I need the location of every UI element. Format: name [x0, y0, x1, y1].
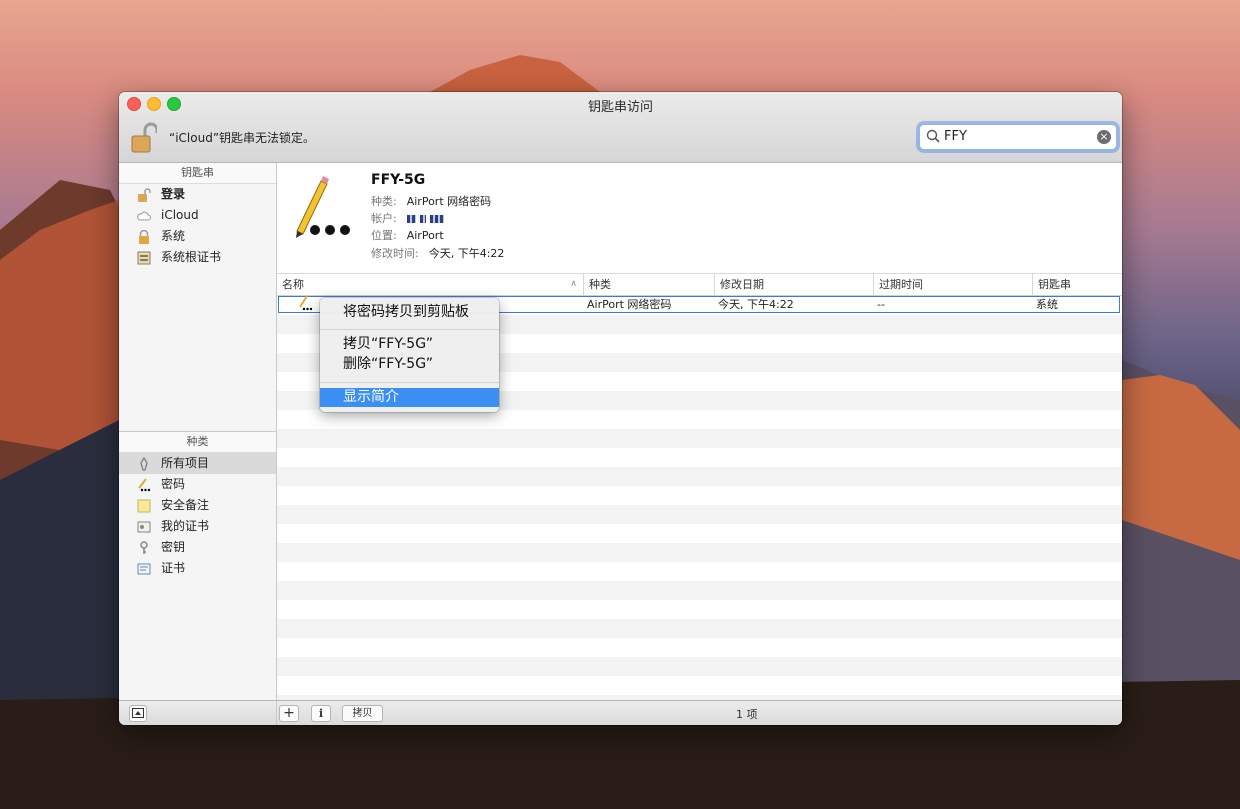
sidebar-item-secure-notes[interactable]: 安全备注	[119, 495, 276, 516]
detail-value: AirPort 网络密码	[406, 195, 492, 208]
clear-search-icon[interactable]: ×	[1097, 130, 1111, 144]
all-items-icon	[140, 457, 148, 471]
menu-item-copy-item[interactable]: 拷贝“FFY-5G”	[320, 335, 499, 354]
detail-value: 今天, 下午4:22	[428, 247, 505, 260]
search-icon	[926, 129, 940, 143]
sidebar-item-system-roots[interactable]: 系统根证书	[119, 247, 276, 268]
sidebar-item-my-certificates[interactable]: 我的证书	[119, 516, 276, 537]
sidebar-item-system[interactable]: 系统	[119, 226, 276, 247]
toggle-sidebar-button[interactable]	[129, 705, 147, 722]
category-section: 种类 所有项目 密码 安全备注 我的证书 密钥 证书	[119, 431, 276, 579]
info-icon: i	[318, 707, 324, 720]
sidebar-toggle-icon	[132, 708, 144, 718]
redacted-account	[429, 215, 444, 223]
item-count: 1 项	[736, 708, 758, 721]
secure-note-icon	[137, 499, 151, 513]
column-header-modified[interactable]: 修改日期	[715, 274, 874, 295]
cell-expires: --	[877, 298, 885, 311]
keychains-header: 钥匙串	[119, 163, 276, 184]
password-icon	[299, 295, 313, 311]
detail-account: 帐户:	[371, 210, 448, 226]
title-bar: 钥匙串访问 “iCloud”钥匙串无法锁定。 ×	[119, 92, 1122, 163]
sidebar-item-label: 系统	[161, 229, 186, 243]
sidebar-item-label: 登录	[161, 187, 186, 201]
sidebar-item-label: 证书	[161, 561, 186, 575]
key-icon	[140, 541, 148, 554]
bottom-divider	[276, 701, 277, 725]
menu-separator	[320, 382, 499, 383]
sidebar-item-icloud[interactable]: iCloud	[119, 205, 276, 226]
detail-kind: 种类: AirPort 网络密码	[371, 193, 491, 209]
sidebar-item-label: iCloud	[161, 208, 199, 222]
keychain-window: 钥匙串访问 “iCloud”钥匙串无法锁定。 × 钥匙串 登录 iCloud 系…	[119, 92, 1122, 725]
sidebar: 钥匙串 登录 iCloud 系统 系统根证书 种类 所有项目 密码 安全备注 我…	[119, 163, 277, 700]
table-header: 名称 ∧ 种类 修改日期 过期时间 钥匙串	[277, 274, 1122, 296]
detail-value: AirPort	[406, 229, 444, 242]
redacted-account	[406, 215, 416, 223]
search-input[interactable]	[944, 127, 1094, 145]
menu-item-copy-password[interactable]: 将密码拷贝到剪贴板	[320, 303, 499, 322]
column-header-expires[interactable]: 过期时间	[874, 274, 1033, 295]
context-menu: 将密码拷贝到剪贴板 拷贝“FFY-5G” 删除“FFY-5G” 显示简介	[320, 298, 499, 412]
bottom-bar: + i 拷贝 1 项	[119, 700, 1122, 725]
info-button[interactable]: i	[311, 705, 331, 722]
lock-icon	[139, 230, 149, 244]
sidebar-item-keys[interactable]: 密钥	[119, 537, 276, 558]
detail-modified: 修改时间: 今天, 下午4:22	[371, 245, 504, 261]
sidebar-item-label: 密钥	[161, 540, 186, 554]
sort-ascending-icon: ∧	[570, 279, 577, 289]
search-field[interactable]: ×	[919, 124, 1117, 150]
cell-kind: AirPort 网络密码	[587, 298, 672, 311]
sidebar-item-label: 我的证书	[161, 519, 210, 533]
sidebar-item-login[interactable]: 登录	[119, 184, 276, 205]
password-icon	[296, 176, 350, 238]
lock-open-icon	[138, 188, 151, 202]
menu-item-get-info[interactable]: 显示简介	[320, 388, 499, 407]
add-item-button[interactable]: +	[279, 705, 299, 722]
detail-label: 帐户:	[371, 212, 397, 225]
certificate-icon	[137, 563, 151, 575]
password-icon	[138, 478, 151, 492]
redacted-account	[419, 215, 426, 223]
cell-keychain: 系统	[1036, 298, 1058, 311]
sidebar-item-label: 所有项目	[161, 456, 210, 470]
cell-modified: 今天, 下午4:22	[718, 298, 794, 311]
column-header-kind[interactable]: 种类	[584, 274, 715, 295]
category-header: 种类	[119, 432, 276, 453]
sidebar-item-label: 系统根证书	[161, 250, 222, 264]
cloud-icon	[137, 211, 151, 221]
item-details-panel: FFY-5G 种类: AirPort 网络密码 帐户: 位置: AirPort 修改…	[277, 163, 1122, 274]
detail-label: 修改时间:	[371, 247, 419, 260]
sidebar-item-certificates[interactable]: 证书	[119, 558, 276, 579]
column-header-name[interactable]: 名称 ∧	[277, 274, 584, 295]
my-certificate-icon	[137, 521, 151, 533]
sidebar-item-passwords[interactable]: 密码	[119, 474, 276, 495]
sidebar-item-label: 密码	[161, 477, 186, 491]
detail-label: 种类:	[371, 195, 397, 208]
lock-status-message: “iCloud”钥匙串无法锁定。	[169, 131, 316, 145]
detail-label: 位置:	[371, 229, 397, 242]
column-header-keychain[interactable]: 钥匙串	[1033, 274, 1122, 295]
copy-button[interactable]: 拷贝	[342, 705, 383, 722]
certificate-cabinet-icon	[137, 251, 151, 265]
plus-icon: +	[283, 705, 295, 721]
sidebar-item-label: 安全备注	[161, 498, 210, 512]
sidebar-item-all-items[interactable]: 所有项目	[119, 453, 276, 474]
item-name: FFY-5G	[371, 172, 426, 188]
lock-open-icon[interactable]	[131, 122, 157, 154]
detail-where: 位置: AirPort	[371, 227, 444, 243]
menu-separator	[320, 329, 499, 330]
menu-item-delete-item[interactable]: 删除“FFY-5G”	[320, 355, 499, 374]
window-title: 钥匙串访问	[587, 100, 653, 115]
